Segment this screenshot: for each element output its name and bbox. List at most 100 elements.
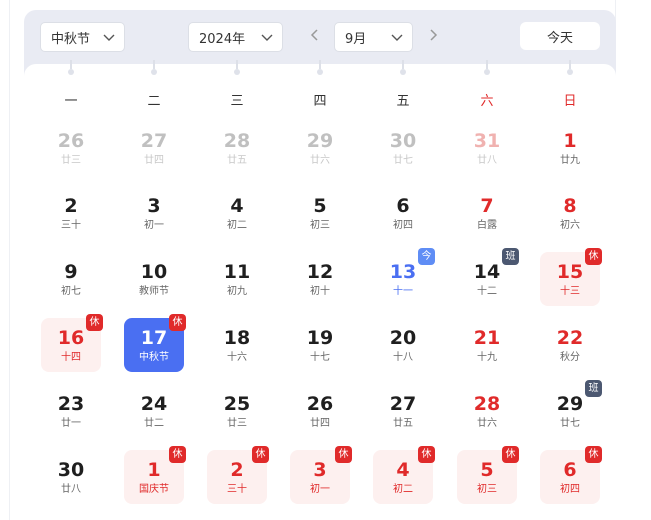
- binder-ring: [234, 60, 240, 81]
- chevron-down-icon: [103, 34, 115, 41]
- day-cell[interactable]: 19 十七: [290, 318, 350, 372]
- festival-select-value: 中秋节: [51, 31, 91, 47]
- day-cell[interactable]: 13 十一今: [373, 248, 435, 306]
- binder-ring: [317, 60, 323, 81]
- day-cell[interactable]: 2 三十休: [207, 446, 269, 504]
- day-cell[interactable]: 14 十二班: [457, 248, 519, 306]
- binder-ring: [484, 60, 490, 81]
- lunar-label: 中秋节: [139, 352, 169, 363]
- day-number: 28: [223, 130, 251, 152]
- lunar-label: 白露: [477, 220, 497, 231]
- lunar-label: 十八: [393, 352, 413, 363]
- day-cell[interactable]: 18 十六: [207, 318, 267, 372]
- day-cell[interactable]: 1 廿九: [540, 121, 600, 175]
- chevron-right-icon[interactable]: [427, 28, 439, 42]
- lunar-label: 初四: [560, 484, 580, 495]
- day-number: 10: [140, 261, 168, 283]
- day-cell[interactable]: 29 廿七班: [540, 380, 602, 438]
- year-select[interactable]: 2024年: [188, 22, 283, 52]
- lunar-label: 廿三: [61, 155, 81, 166]
- binder-ring: [567, 60, 573, 81]
- day-number: 20: [389, 327, 417, 349]
- workday-badge: 班: [502, 248, 519, 265]
- day-cell[interactable]: 9 初七: [41, 252, 101, 306]
- lunar-label: 初二: [393, 484, 413, 495]
- lunar-label: 十六: [227, 352, 247, 363]
- day-number: 5: [313, 195, 327, 217]
- day-cell[interactable]: 11 初九: [207, 252, 267, 306]
- day-cell[interactable]: 17 中秋节休: [124, 314, 186, 372]
- day-cell[interactable]: 30 廿八: [41, 450, 101, 504]
- day-cell[interactable]: 7 白露: [457, 186, 517, 240]
- weekday-label: 一: [64, 94, 78, 109]
- day-number: 28: [473, 393, 501, 415]
- day-cell[interactable]: 10 教师节: [124, 252, 184, 306]
- day-number: 3: [147, 195, 161, 217]
- day-cell[interactable]: 3 初一休: [290, 446, 352, 504]
- day-cell[interactable]: 30 廿七: [373, 121, 433, 175]
- day-cell[interactable]: 22 秋分: [540, 318, 600, 372]
- day-cell[interactable]: 16 十四休: [41, 314, 103, 372]
- day-cell[interactable]: 20 十八: [373, 318, 433, 372]
- day-cell[interactable]: 21 十九: [457, 318, 517, 372]
- lunar-label: 廿八: [477, 155, 497, 166]
- day-cell[interactable]: 27 廿四: [124, 121, 184, 175]
- day-number: 29: [306, 130, 334, 152]
- day-cell[interactable]: 4 初二休: [373, 446, 435, 504]
- day-cell[interactable]: 25 廿三: [207, 384, 267, 438]
- lunar-label: 十四: [61, 352, 81, 363]
- lunar-label: 十三: [560, 286, 580, 297]
- lunar-label: 初三: [310, 220, 330, 231]
- calendar-header: 中秋节 2024年 9月 今天: [24, 10, 616, 64]
- day-cell[interactable]: 12 初十: [290, 252, 350, 306]
- day-number: 23: [57, 393, 85, 415]
- day-cell[interactable]: 3 初一: [124, 186, 184, 240]
- day-cell[interactable]: 5 初三休: [457, 446, 519, 504]
- day-number: 27: [140, 130, 168, 152]
- today-button[interactable]: 今天: [520, 22, 600, 50]
- lunar-label: 十七: [310, 352, 330, 363]
- lunar-label: 初三: [477, 484, 497, 495]
- holiday-badge: 休: [86, 314, 103, 331]
- today-badge: 今: [418, 248, 435, 265]
- lunar-label: 初七: [61, 286, 81, 297]
- day-cell[interactable]: 5 初三: [290, 186, 350, 240]
- day-number: 30: [57, 459, 85, 481]
- day-cell[interactable]: 4 初二: [207, 186, 267, 240]
- binder-ring: [151, 60, 157, 81]
- day-cell[interactable]: 28 廿六: [457, 384, 517, 438]
- chevron-left-icon[interactable]: [309, 28, 321, 42]
- day-cell[interactable]: 15 十三休: [540, 248, 602, 306]
- weekday-label: 二: [147, 94, 161, 109]
- day-cell[interactable]: 28 廿五: [207, 121, 267, 175]
- left-divider: [9, 0, 10, 520]
- lunar-label: 三十: [227, 484, 247, 495]
- day-cell[interactable]: 23 廿一: [41, 384, 101, 438]
- lunar-label: 十一: [393, 286, 413, 297]
- holiday-badge: 休: [502, 446, 519, 463]
- day-cell[interactable]: 1 国庆节休: [124, 446, 186, 504]
- lunar-label: 初六: [560, 220, 580, 231]
- weekday-label: 日: [563, 94, 577, 109]
- lunar-label: 初一: [144, 220, 164, 231]
- day-cell[interactable]: 26 廿三: [41, 121, 101, 175]
- day-cell[interactable]: 24 廿二: [124, 384, 184, 438]
- holiday-badge: 休: [169, 446, 186, 463]
- day-cell[interactable]: 27 廿五: [373, 384, 433, 438]
- weekday-label: 六: [480, 94, 494, 109]
- day-cell[interactable]: 8 初六: [540, 186, 600, 240]
- day-cell[interactable]: 6 初四休: [540, 446, 602, 504]
- day-cell[interactable]: 2 三十: [41, 186, 101, 240]
- lunar-label: 廿一: [61, 418, 81, 429]
- calendar-widget: 中秋节 2024年 9月 今天 一二三四五六日 26 廿三 27 廿四 28 廿五 29 廿六 3…: [24, 10, 616, 520]
- month-select[interactable]: 9月: [334, 22, 413, 52]
- lunar-label: 廿九: [560, 155, 580, 166]
- day-cell[interactable]: 31 廿八: [457, 121, 517, 175]
- day-cell[interactable]: 29 廿六: [290, 121, 350, 175]
- day-cell[interactable]: 26 廿四: [290, 384, 350, 438]
- day-number: 2: [64, 195, 78, 217]
- festival-select[interactable]: 中秋节: [40, 22, 125, 52]
- lunar-label: 初十: [310, 286, 330, 297]
- day-cell[interactable]: 6 初四: [373, 186, 433, 240]
- lunar-label: 十九: [477, 352, 497, 363]
